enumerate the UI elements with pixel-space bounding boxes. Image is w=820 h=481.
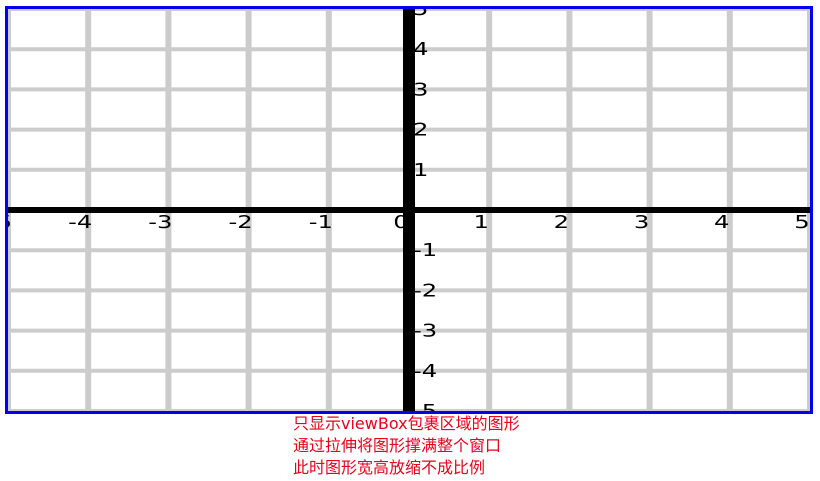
x-tick-label: -2 xyxy=(228,212,252,233)
y-tick-label: -5 xyxy=(413,401,437,411)
coordinate-plane: -5-4-3-2-1012345-5-4-3-2-112345 xyxy=(8,9,810,411)
y-tick-label: -1 xyxy=(413,240,437,261)
x-tick-label: 1 xyxy=(473,212,488,233)
x-tick-label: -4 xyxy=(68,212,92,233)
y-tick-label: 1 xyxy=(413,160,428,181)
y-tick-label: -2 xyxy=(413,280,437,301)
caption: 只显示viewBox包裹区域的图形 通过拉伸将图形撑满整个窗口 此时图形宽高放缩… xyxy=(293,413,520,479)
x-tick-label: -1 xyxy=(309,212,333,233)
y-tick-label: 4 xyxy=(413,39,428,60)
axes xyxy=(8,9,810,411)
coordinate-plane-frame: -5-4-3-2-1012345-5-4-3-2-112345 xyxy=(5,6,813,414)
caption-line-1: 只显示viewBox包裹区域的图形 xyxy=(293,414,520,433)
x-tick-label: -3 xyxy=(148,212,172,233)
y-tick-label: 3 xyxy=(413,79,428,100)
x-tick-label: 5 xyxy=(794,212,809,233)
y-tick-label: -3 xyxy=(413,321,437,342)
y-tick-label: 5 xyxy=(413,9,428,20)
x-tick-label: 3 xyxy=(634,212,649,233)
x-tick-label: 0 xyxy=(393,212,408,233)
y-tick-label: 2 xyxy=(413,120,428,141)
x-tick-label: -5 xyxy=(8,212,12,233)
caption-line-2: 通过拉伸将图形撑满整个窗口 xyxy=(293,436,502,455)
y-tick-label: -4 xyxy=(413,361,437,382)
caption-line-3: 此时图形宽高放缩不成比例 xyxy=(293,458,486,477)
x-tick-label: 4 xyxy=(714,212,729,233)
x-tick-label: 2 xyxy=(554,212,569,233)
